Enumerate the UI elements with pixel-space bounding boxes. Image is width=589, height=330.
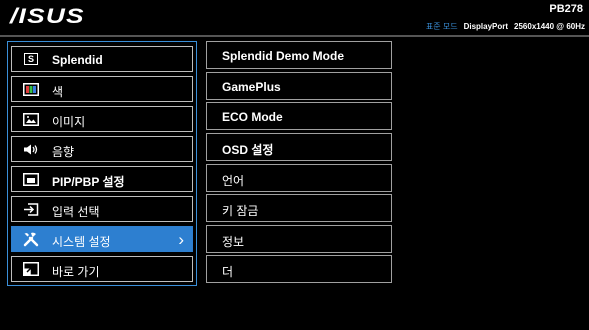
menu-item-splendid[interactable]: S Splendid: [11, 46, 193, 72]
submenu-item-language[interactable]: 언어: [206, 164, 392, 192]
submenu-item-label: OSD 설정: [222, 143, 274, 157]
menu-item-pip-pbp[interactable]: PIP/PBP 설정: [11, 166, 193, 192]
menu-item-label: 입력 선택: [52, 205, 100, 219]
submenu-item-label: Splendid Demo Mode: [222, 49, 345, 63]
menu-item-sound[interactable]: 음향: [11, 136, 193, 162]
menu-item-label: 이미지: [52, 115, 86, 129]
header-divider: [0, 35, 589, 37]
menu-item-shortcut[interactable]: 바로 가기: [11, 256, 193, 282]
shortcut-icon: [23, 261, 39, 277]
input-source: DisplayPort: [463, 22, 509, 31]
submenu-item-label: GamePlus: [222, 80, 281, 94]
submenu-item-information[interactable]: 정보: [206, 225, 392, 253]
chevron-right-icon: ›: [178, 230, 184, 249]
menu-item-input-select[interactable]: 입력 선택: [11, 196, 193, 222]
image-icon: [23, 111, 39, 127]
submenu-item-label: ECO Mode: [222, 110, 283, 124]
model-name: PB278: [549, 3, 583, 15]
submenu-item-label: 정보: [222, 235, 245, 249]
submenu-item-key-lock[interactable]: 키 잠금: [206, 194, 392, 222]
menu-item-image[interactable]: 이미지: [11, 106, 193, 132]
status-line: 표준 모드 DisplayPort 2560x1440 @ 60Hz: [426, 21, 585, 32]
submenu-item-gameplus[interactable]: GamePlus: [206, 72, 392, 100]
input-select-icon: [23, 201, 39, 217]
submenu-system-setup: Splendid Demo Mode GamePlus ECO Mode OSD…: [206, 41, 392, 286]
submenu-item-more[interactable]: 더: [206, 255, 392, 283]
menu-item-color[interactable]: 색: [11, 76, 193, 102]
main-menu: S Splendid 색 이미지 음향 PIP/PBP 설정 입력 선택 시스템…: [7, 41, 197, 286]
submenu-item-label: 키 잠금: [222, 204, 259, 218]
color-icon: [23, 81, 39, 97]
system-setup-icon: [23, 231, 39, 247]
submenu-item-osd-setup[interactable]: OSD 설정: [206, 133, 392, 161]
splendid-icon: S: [23, 51, 39, 67]
osd-header: /ISUS PB278 표준 모드 DisplayPort 2560x1440 @ …: [0, 0, 589, 34]
current-mode: 표준 모드: [425, 22, 458, 31]
menu-item-label: 음향: [52, 145, 75, 159]
menu-item-label: Splendid: [52, 53, 103, 67]
menu-item-label: 시스템 설정: [52, 235, 111, 249]
submenu-item-label: 더: [222, 265, 234, 279]
menu-item-system-setup[interactable]: 시스템 설정 ›: [11, 226, 193, 252]
menu-item-label: 바로 가기: [52, 265, 100, 279]
pip-icon: [23, 171, 39, 187]
menu-item-label: PIP/PBP 설정: [52, 175, 125, 189]
submenu-item-eco-mode[interactable]: ECO Mode: [206, 102, 392, 130]
menu-item-label: 색: [52, 85, 64, 99]
asus-logo: /ISUS: [10, 5, 85, 28]
resolution-readout: 2560x1440 @ 60Hz: [514, 22, 585, 31]
submenu-item-splendid-demo-mode[interactable]: Splendid Demo Mode: [206, 41, 392, 69]
submenu-item-label: 언어: [222, 174, 245, 188]
sound-icon: [23, 141, 39, 157]
